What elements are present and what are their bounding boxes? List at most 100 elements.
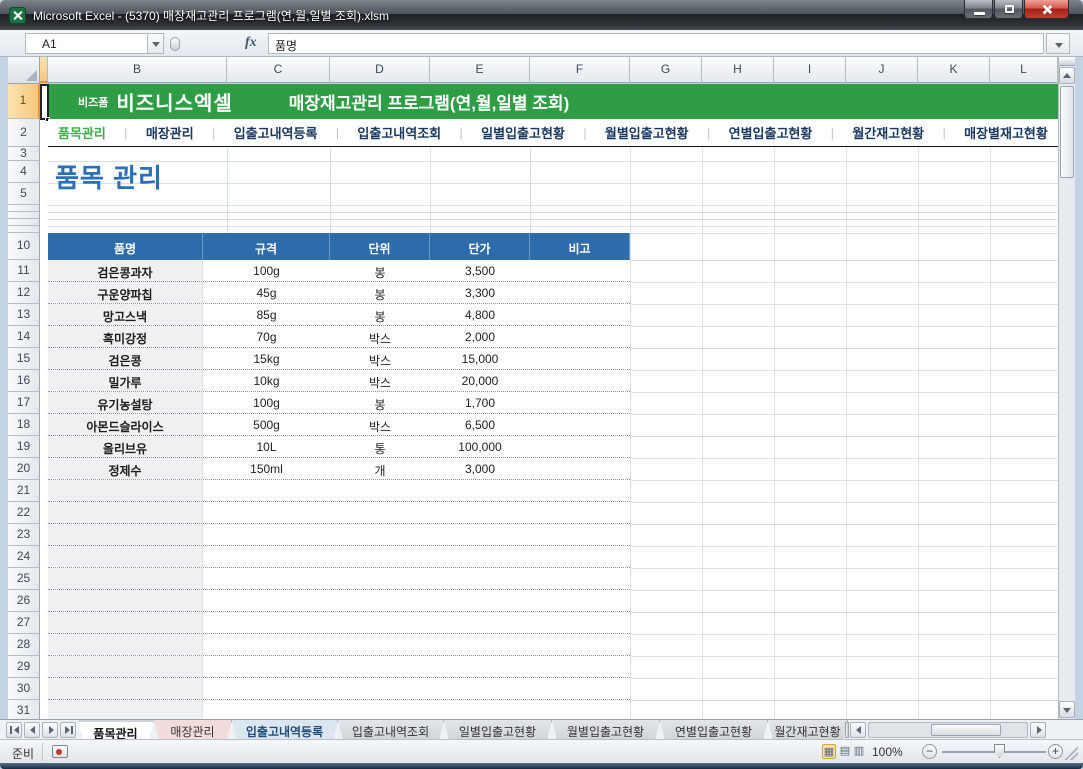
cell-r19-c2[interactable]: 10L [203, 436, 330, 457]
row-header-28[interactable]: 28 [8, 634, 40, 656]
row-header-25[interactable]: 25 [8, 568, 40, 590]
prev-sheet-button[interactable] [24, 722, 40, 738]
row-header-22[interactable]: 22 [8, 502, 40, 524]
column-header-B[interactable]: B [48, 57, 227, 83]
horizontal-scrollbar[interactable] [868, 722, 1028, 738]
cell-r11-c2[interactable]: 100g [203, 260, 330, 281]
last-sheet-button[interactable] [60, 722, 76, 738]
cell-r26-c2[interactable] [203, 590, 330, 611]
cell-r16-c3[interactable]: 박스 [330, 370, 430, 391]
cell-r17-c5[interactable] [530, 392, 630, 413]
normal-view-button[interactable]: ▦ [822, 744, 836, 759]
nav-item-5[interactable]: 일별입출고현황 [481, 123, 565, 142]
cell-r13-c2[interactable]: 85g [203, 304, 330, 325]
row-header-11[interactable]: 11 [8, 260, 40, 282]
cell-r27-c4[interactable] [430, 612, 530, 633]
cell-r26-c3[interactable] [330, 590, 430, 611]
cell-r19-c4[interactable]: 100,000 [430, 436, 530, 457]
row-header-27[interactable]: 27 [8, 612, 40, 634]
vertical-scrollbar[interactable] [1058, 57, 1075, 719]
nav-item-8[interactable]: 월간재고현황 [852, 123, 924, 142]
row-header-20[interactable]: 20 [8, 458, 40, 480]
first-sheet-button[interactable] [6, 722, 22, 738]
cell-r19-c5[interactable] [530, 436, 630, 457]
select-all-corner[interactable] [8, 57, 40, 84]
cell-r24-c5[interactable] [530, 546, 630, 567]
cell-r31-c3[interactable] [330, 700, 430, 719]
cell-r21-c1[interactable] [48, 480, 203, 501]
cell-r19-c3[interactable]: 통 [330, 436, 430, 457]
cell-r20-c4[interactable]: 3,000 [430, 458, 530, 479]
cell-r27-c2[interactable] [203, 612, 330, 633]
cell-r16-c2[interactable]: 10kg [203, 370, 330, 391]
cell-r30-c1[interactable] [48, 678, 203, 699]
cell-r18-c4[interactable]: 6,500 [430, 414, 530, 435]
cell-r16-c1[interactable]: 밀가루 [48, 370, 203, 391]
row-header-13[interactable]: 13 [8, 304, 40, 326]
sheet-tab-3[interactable]: 입출고내역등록 [232, 720, 338, 740]
column-header-D[interactable]: D [330, 57, 430, 83]
row-header-29[interactable]: 29 [8, 656, 40, 678]
sheet-tab-4[interactable]: 입출고내역조회 [338, 720, 444, 740]
cell-r26-c1[interactable] [48, 590, 203, 611]
cell-r31-c1[interactable] [48, 700, 203, 719]
cell-r12-c5[interactable] [530, 282, 630, 303]
scroll-down-button[interactable] [1059, 701, 1075, 718]
cell-r13-c4[interactable]: 4,800 [430, 304, 530, 325]
cell-r25-c3[interactable] [330, 568, 430, 589]
scroll-up-button[interactable] [1059, 67, 1075, 84]
cell-r22-c3[interactable] [330, 502, 430, 523]
cell-r20-c2[interactable]: 150ml [203, 458, 330, 479]
cell-r23-c4[interactable] [430, 524, 530, 545]
page-break-view-button[interactable]: ▥ [852, 744, 866, 759]
row-header-21[interactable]: 21 [8, 480, 40, 502]
column-header-H[interactable]: H [702, 57, 774, 83]
cell-r17-c2[interactable]: 100g [203, 392, 330, 413]
row-header-14[interactable]: 14 [8, 326, 40, 348]
cell-r19-c1[interactable]: 올리브유 [48, 436, 203, 457]
column-header-A[interactable] [40, 57, 48, 83]
row-header-hidden-7[interactable] [8, 219, 40, 226]
resize-grip[interactable] [1064, 746, 1078, 760]
cell-r29-c5[interactable] [530, 656, 630, 677]
cell-r15-c1[interactable]: 검은콩 [48, 348, 203, 369]
cell-r11-c4[interactable]: 3,500 [430, 260, 530, 281]
selected-cell-a1[interactable] [40, 84, 49, 120]
cell-r12-c4[interactable]: 3,300 [430, 282, 530, 303]
name-box-dropdown-icon[interactable] [147, 33, 164, 54]
cell-r25-c4[interactable] [430, 568, 530, 589]
row-header-10[interactable]: 10 [8, 233, 40, 260]
cell-r25-c1[interactable] [48, 568, 203, 589]
cell-r14-c2[interactable]: 70g [203, 326, 330, 347]
row-header-19[interactable]: 19 [8, 436, 40, 458]
cell-r22-c2[interactable] [203, 502, 330, 523]
cell-r24-c3[interactable] [330, 546, 430, 567]
cell-r31-c2[interactable] [203, 700, 330, 719]
cell-r13-c3[interactable]: 봉 [330, 304, 430, 325]
row-header-12[interactable]: 12 [8, 282, 40, 304]
cell-r17-c3[interactable]: 봉 [330, 392, 430, 413]
cell-r30-c5[interactable] [530, 678, 630, 699]
cell-r13-c1[interactable]: 망고스낵 [48, 304, 203, 325]
cell-r28-c1[interactable] [48, 634, 203, 655]
cell-r12-c3[interactable]: 봉 [330, 282, 430, 303]
cell-r18-c1[interactable]: 아몬드슬라이스 [48, 414, 203, 435]
cell-r12-c1[interactable]: 구운양파칩 [48, 282, 203, 303]
cell-r30-c3[interactable] [330, 678, 430, 699]
vertical-scroll-thumb[interactable] [1060, 86, 1074, 178]
scrollbar-split-handle[interactable] [1059, 57, 1075, 66]
zoom-out-button[interactable]: − [922, 744, 937, 759]
cell-r17-c4[interactable]: 1,700 [430, 392, 530, 413]
zoom-slider-thumb[interactable] [994, 744, 1005, 758]
sheet-tab-2[interactable]: 매장관리 [154, 720, 232, 740]
row-header-16[interactable]: 16 [8, 370, 40, 392]
cell-r30-c2[interactable] [203, 678, 330, 699]
cell-r15-c2[interactable]: 15kg [203, 348, 330, 369]
cell-r28-c3[interactable] [330, 634, 430, 655]
cell-r31-c4[interactable] [430, 700, 530, 719]
formula-input[interactable]: 품명 [268, 33, 1044, 54]
nav-item-1[interactable]: 품목관리 [58, 123, 106, 142]
cell-r17-c1[interactable]: 유기농설탕 [48, 392, 203, 413]
column-header-I[interactable]: I [774, 57, 846, 83]
cell-r18-c5[interactable] [530, 414, 630, 435]
